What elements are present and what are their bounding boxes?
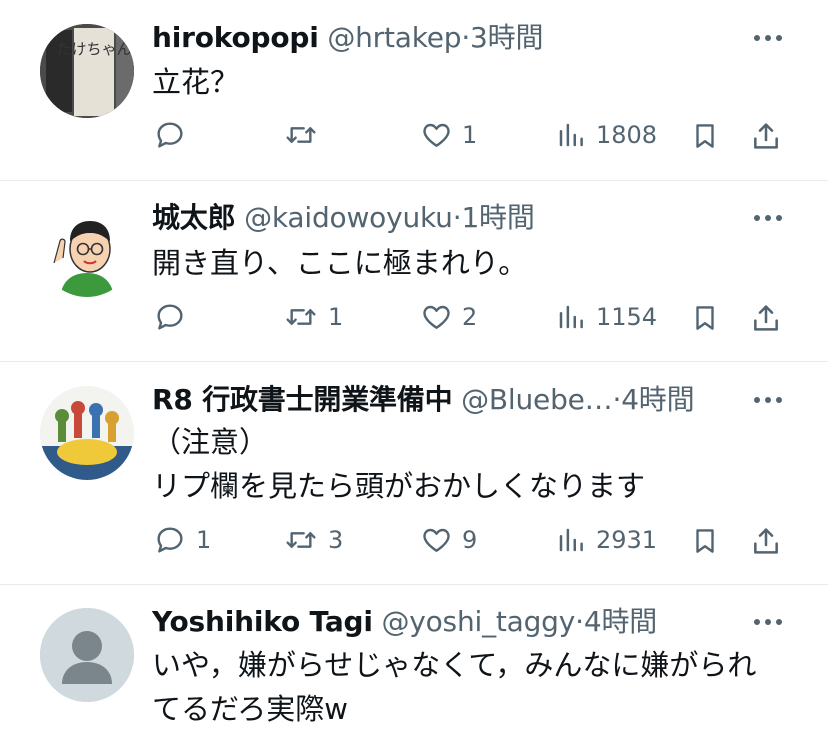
repost-icon	[286, 127, 316, 143]
views-button[interactable]: 1808	[556, 115, 666, 155]
avatar[interactable]	[40, 203, 134, 297]
like-count: 2	[462, 303, 478, 331]
heart-icon	[423, 528, 450, 552]
views-icon	[559, 305, 583, 329]
reply-count: 1	[196, 526, 212, 554]
user-handle[interactable]: @Bluebe…	[461, 383, 613, 416]
default-avatar-icon	[40, 608, 134, 702]
post-text-line: 立花？	[152, 65, 240, 99]
post-r8[interactable]: R8 行政書士開業準備中 @Bluebe…·4時間 （注意） リプ欄を見たら頭が…	[0, 362, 828, 584]
post-text-line: （注意）	[152, 425, 269, 459]
share-button[interactable]	[750, 520, 784, 560]
repost-button[interactable]: 1	[284, 297, 364, 337]
post-text-line: いや，嫌がらせじゃなくて，みんなに嫌がられ	[152, 648, 757, 682]
display-name[interactable]: hirokopopi	[152, 21, 319, 54]
share-button[interactable]	[750, 297, 784, 337]
repost-icon	[286, 309, 316, 325]
avatar[interactable]	[40, 386, 134, 480]
bookmark-icon	[696, 124, 714, 148]
avatar[interactable]: たけちゃん	[40, 24, 134, 118]
reply-icon	[157, 527, 183, 553]
reply-button[interactable]	[154, 115, 224, 155]
repost-button[interactable]: 3	[284, 520, 364, 560]
bookmark-icon	[696, 306, 714, 330]
separator-dot: ·	[575, 605, 584, 638]
reply-button[interactable]: 1	[154, 520, 224, 560]
bookmark-button[interactable]	[690, 297, 722, 337]
like-count: 9	[462, 526, 478, 554]
views-count: 1808	[596, 121, 658, 149]
views-button[interactable]: 1154	[556, 297, 666, 337]
separator-dot: ·	[612, 383, 622, 416]
more-icon[interactable]	[752, 395, 784, 405]
post-text-line: リプ欄を見たら頭がおかしくなります	[152, 469, 646, 503]
avatar-lettering: たけちゃん	[56, 40, 131, 58]
timestamp[interactable]: 1時間	[461, 201, 534, 234]
views-count: 2931	[596, 526, 658, 554]
display-name[interactable]: Yoshihiko Tagi	[152, 605, 373, 638]
display-name[interactable]: R8 行政書士開業準備中	[152, 383, 453, 416]
separator-dot: ·	[461, 21, 471, 54]
timestamp[interactable]: 4時間	[621, 383, 694, 416]
avatar[interactable]	[40, 608, 134, 702]
like-button[interactable]: 9	[420, 520, 490, 560]
reply-icon	[157, 304, 183, 330]
post-text: （注意） リプ欄を見たら頭がおかしくなります	[152, 420, 802, 508]
views-icon	[559, 528, 583, 552]
repost-count: 3	[328, 526, 344, 554]
reply-button[interactable]	[154, 297, 224, 337]
post-text: 立花？	[152, 60, 802, 104]
post-text: いや，嫌がらせじゃなくて，みんなに嫌がられ てるだろ実際w	[152, 643, 802, 731]
views-button[interactable]: 2931	[556, 520, 666, 560]
share-icon	[754, 528, 778, 554]
post-text-line: 開き直り、ここに極まれり。	[152, 246, 528, 280]
reply-icon	[157, 122, 183, 148]
post-text-line: てるだろ実際w	[152, 692, 348, 726]
more-icon[interactable]	[752, 33, 784, 43]
post-header: 城太郎 @kaidowoyuku·1時間	[152, 198, 535, 238]
display-name[interactable]: 城太郎	[152, 201, 236, 234]
post-header: Yoshihiko Tagi @yoshi_taggy·4時間	[152, 602, 657, 642]
views-icon	[559, 123, 583, 147]
repost-count: 1	[328, 303, 344, 331]
like-button[interactable]: 2	[420, 297, 490, 337]
like-button[interactable]: 1	[420, 115, 490, 155]
timestamp[interactable]: 3時間	[470, 21, 543, 54]
user-handle[interactable]: @kaidowoyuku	[244, 201, 453, 234]
heart-icon	[423, 305, 450, 329]
views-count: 1154	[596, 303, 658, 331]
post-jotaro[interactable]: 城太郎 @kaidowoyuku·1時間 開き直り、ここに極まれり。 1 2 1…	[0, 181, 828, 361]
repost-icon	[286, 532, 316, 548]
more-icon[interactable]	[752, 617, 784, 627]
share-icon	[754, 123, 778, 149]
post-hirokopopi[interactable]: たけちゃん hirokopopi @hrtakep·3時間 立花？ 1 1808	[0, 0, 828, 180]
share-icon	[754, 305, 778, 331]
user-handle[interactable]: @yoshi_taggy	[381, 605, 575, 638]
post-yoshihiko[interactable]: Yoshihiko Tagi @yoshi_taggy·4時間 いや，嫌がらせじ…	[0, 585, 828, 728]
share-button[interactable]	[750, 115, 784, 155]
post-header: R8 行政書士開業準備中 @Bluebe…·4時間	[152, 380, 695, 420]
bookmark-button[interactable]	[690, 115, 722, 155]
repost-button[interactable]	[284, 115, 364, 155]
more-icon[interactable]	[752, 213, 784, 223]
bookmark-button[interactable]	[690, 520, 722, 560]
post-text: 開き直り、ここに極まれり。	[152, 241, 802, 285]
heart-icon	[423, 123, 450, 147]
user-handle[interactable]: @hrtakep	[327, 21, 461, 54]
like-count: 1	[462, 121, 478, 149]
timestamp[interactable]: 4時間	[584, 605, 657, 638]
post-header: hirokopopi @hrtakep·3時間	[152, 18, 543, 58]
bookmark-icon	[696, 529, 714, 553]
